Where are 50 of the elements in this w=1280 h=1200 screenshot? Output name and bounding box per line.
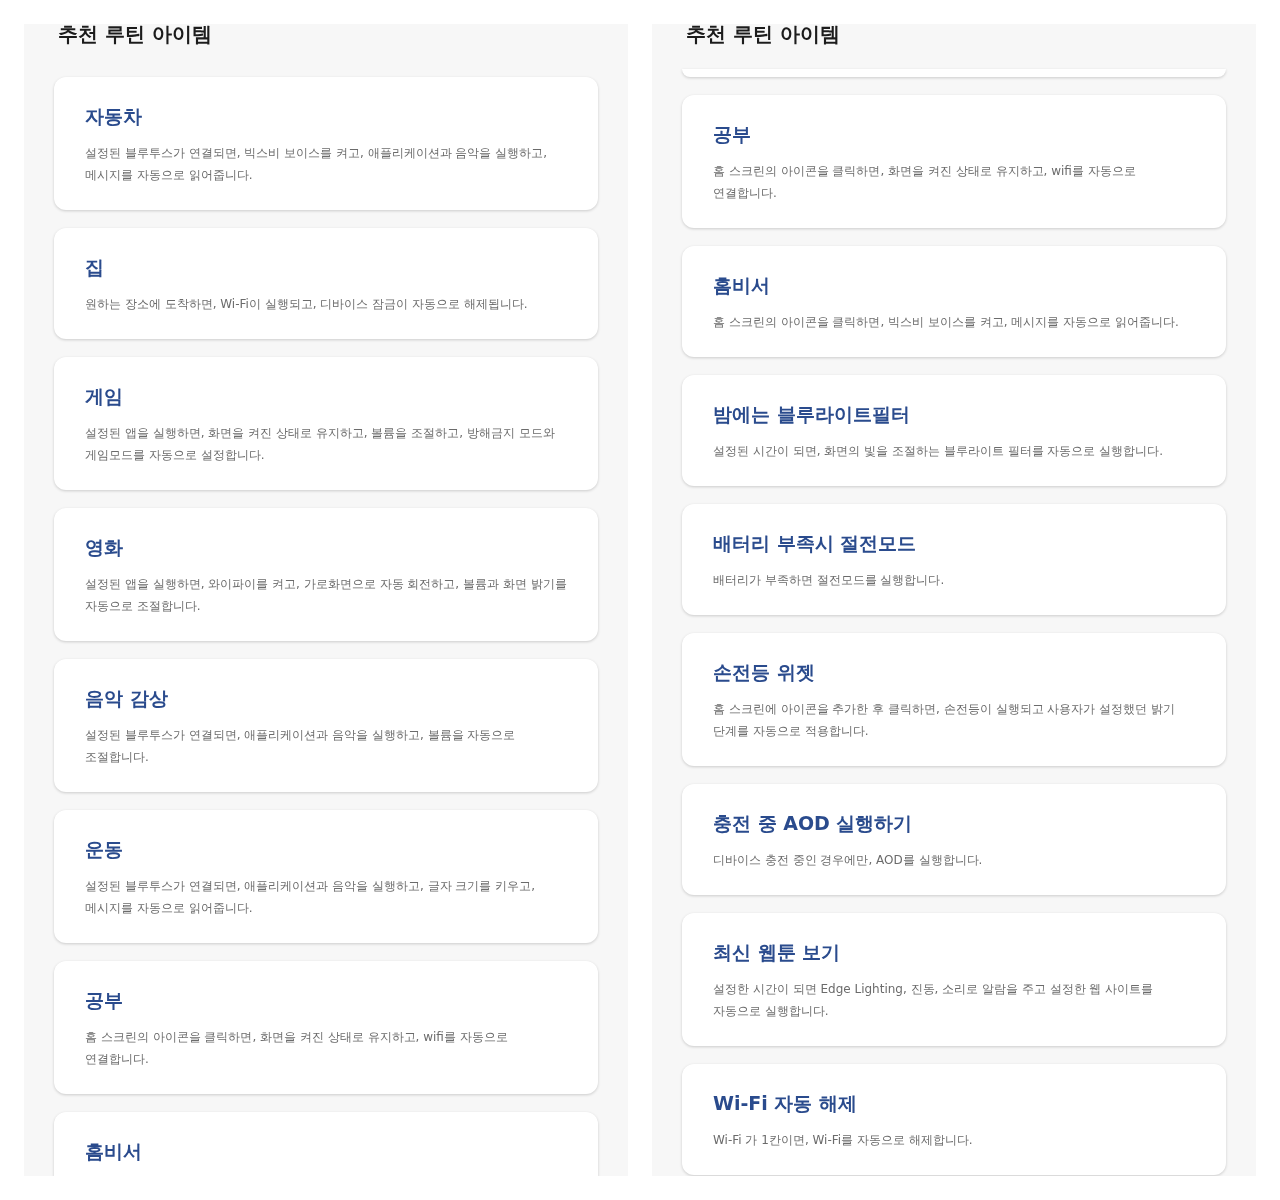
- routine-card[interactable]: Wi-Fi 자동 해제 Wi-Fi 가 1칸이면, Wi-Fi를 자동으로 해제합니다.: [682, 1064, 1226, 1175]
- card-title: 자동차: [85, 104, 142, 128]
- routine-card[interactable]: 충전 중 AOD 실행하기 디바이스 충전 중인 경우에만, AOD를 실행합니다.: [682, 784, 1226, 895]
- routine-card[interactable]: 밤에는 블루라이트필터 설정된 시간이 되면, 화면의 빛을 조절하는 블루라이트 필터를 자동으로 실행합니다.: [682, 375, 1226, 486]
- routine-card[interactable]: 홈비서 홈 스크린의 아이콘을 클릭하면, 빅스비 보이스를 켜고, 메시지를 자동으로 읽어줍니다.: [682, 246, 1226, 357]
- card-title: 손전등 위젯: [713, 660, 815, 684]
- routine-card[interactable]: 공부 홈 스크린의 아이콘을 클릭하면, 화면을 켜진 상태로 유지하고, wifi를 자동으로 연결합니다.: [682, 95, 1226, 228]
- section-heading: 추천 루틴 아이템: [686, 24, 840, 45]
- card-title: 최신 웹툰 보기: [713, 940, 841, 964]
- card-title: 충전 중 AOD 실행하기: [713, 811, 913, 835]
- card-title: 홈비서: [85, 1139, 142, 1163]
- card-description: 설정된 블루투스가 연결되면, 빅스비 보이스를 켜고, 애플리케이션과 음악을 실행하고, 메시지를 자동으로 읽어줍니다.: [85, 145, 548, 184]
- card-title: 공부: [85, 988, 123, 1012]
- routine-card[interactable]: 집 원하는 장소에 도착하면, Wi-Fi이 실행되고, 디바이스 잠금이 자동으로 해제됩니다.: [54, 228, 598, 339]
- routine-card[interactable]: 운동 설정된 블루투스가 연결되면, 애플리케이션과 음악을 실행하고, 글자 크기를 키우고, 메시지를 자동으로 읽어줍니다.: [54, 810, 598, 943]
- card-description: 홈 스크린의 아이콘을 클릭하면, 화면을 켜진 상태로 유지하고, wifi를 자동으로 연결합니다.: [85, 1029, 509, 1068]
- card-title: 밤에는 블루라이트필터: [713, 402, 910, 426]
- card-title: 공부: [713, 122, 751, 146]
- card-title: 운동: [85, 837, 123, 861]
- routine-card[interactable]: 자동차 설정된 블루투스가 연결되면, 빅스비 보이스를 켜고, 애플리케이션과 음악을 실행하고, 메시지를 자동으로 읽어줍니다.: [54, 77, 598, 210]
- routine-card[interactable]: 배터리 부족시 절전모드 배터리가 부족하면 절전모드를 실행합니다.: [682, 504, 1226, 615]
- routine-card[interactable]: 게임 설정된 앱을 실행하면, 화면을 켜진 상태로 유지하고, 볼륨을 조절하고, 방해금지 모드와 게임모드를 자동으로 설정합니다.: [54, 357, 598, 490]
- section-heading: 추천 루틴 아이템: [58, 24, 212, 45]
- card-title: 영화: [85, 535, 123, 559]
- card-title: 음악 감상: [85, 686, 168, 710]
- card-description: 설정된 블루투스가 연결되면, 애플리케이션과 음악을 실행하고, 볼륨을 자동으로 조절합니다.: [85, 727, 517, 766]
- card-title: 배터리 부족시 절전모드: [713, 531, 917, 555]
- card-description: 설정된 앱을 실행하면, 화면을 켜진 상태로 유지하고, 볼륨을 조절하고, 방해금지 모드와 게임모드를 자동으로 설정합니다.: [85, 425, 556, 464]
- card-title: Wi-Fi 자동 해제: [713, 1091, 858, 1115]
- routine-card[interactable]: 공부 홈 스크린의 아이콘을 클릭하면, 화면을 켜진 상태로 유지하고, wifi를 자동으로 연결합니다.: [54, 961, 598, 1094]
- card-description: 설정한 시간이 되면 Edge Lighting, 진동, 소리로 알람을 주고 설정한 웹 사이트를 자동으로 실행합니다.: [713, 981, 1155, 1020]
- card-description: 디바이스 충전 중인 경우에만, AOD를 실행합니다.: [713, 852, 983, 869]
- routine-card[interactable]: 손전등 위젯 홈 스크린에 아이콘을 추가한 후 클릭하면, 손전등이 실행되고 사용자가 설정했던 밝기 단계를 자동으로 적용합니다.: [682, 633, 1226, 766]
- card-title: 집: [85, 255, 104, 279]
- routine-card[interactable]: 홈비서: [54, 1112, 598, 1176]
- card-description: 홈 스크린의 아이콘을 클릭하면, 화면을 켜진 상태로 유지하고, wifi를 자동으로 연결합니다.: [713, 163, 1137, 202]
- routine-card[interactable]: [682, 69, 1226, 77]
- routine-card[interactable]: 영화 설정된 앱을 실행하면, 와이파이를 켜고, 가로화면으로 자동 회전하고, 볼륨과 화면 밝기를 자동으로 조절합니다.: [54, 508, 598, 641]
- card-description: 설정된 시간이 되면, 화면의 빛을 조절하는 블루라이트 필터를 자동으로 실행합니다.: [713, 443, 1163, 460]
- card-description: 홈 스크린에 아이콘을 추가한 후 클릭하면, 손전등이 실행되고 사용자가 설정했던 밝기 단계를 자동으로 적용합니다.: [713, 701, 1176, 740]
- card-description: 배터리가 부족하면 절전모드를 실행합니다.: [713, 572, 945, 589]
- card-description: 원하는 장소에 도착하면, Wi-Fi이 실행되고, 디바이스 잠금이 자동으로 해제됩니다.: [85, 296, 528, 313]
- routine-card[interactable]: 음악 감상 설정된 블루투스가 연결되면, 애플리케이션과 음악을 실행하고, 볼륨을 자동으로 조절합니다.: [54, 659, 598, 792]
- card-title: 홈비서: [713, 273, 770, 297]
- card-description: Wi-Fi 가 1칸이면, Wi-Fi를 자동으로 해제합니다.: [713, 1132, 973, 1149]
- card-title: 게임: [85, 384, 123, 408]
- card-description: 설정된 앱을 실행하면, 와이파이를 켜고, 가로화면으로 자동 회전하고, 볼륨과 화면 밝기를 자동으로 조절합니다.: [85, 576, 568, 615]
- card-description: 홈 스크린의 아이콘을 클릭하면, 빅스비 보이스를 켜고, 메시지를 자동으로 읽어줍니다.: [713, 314, 1179, 331]
- card-description: 설정된 블루투스가 연결되면, 애플리케이션과 음악을 실행하고, 글자 크기를 키우고, 메시지를 자동으로 읽어줍니다.: [85, 878, 536, 917]
- routine-card[interactable]: 최신 웹툰 보기 설정한 시간이 되면 Edge Lighting, 진동, 소리로 알람을 주고 설정한 웹 사이트를 자동으로 실행합니다.: [682, 913, 1226, 1046]
